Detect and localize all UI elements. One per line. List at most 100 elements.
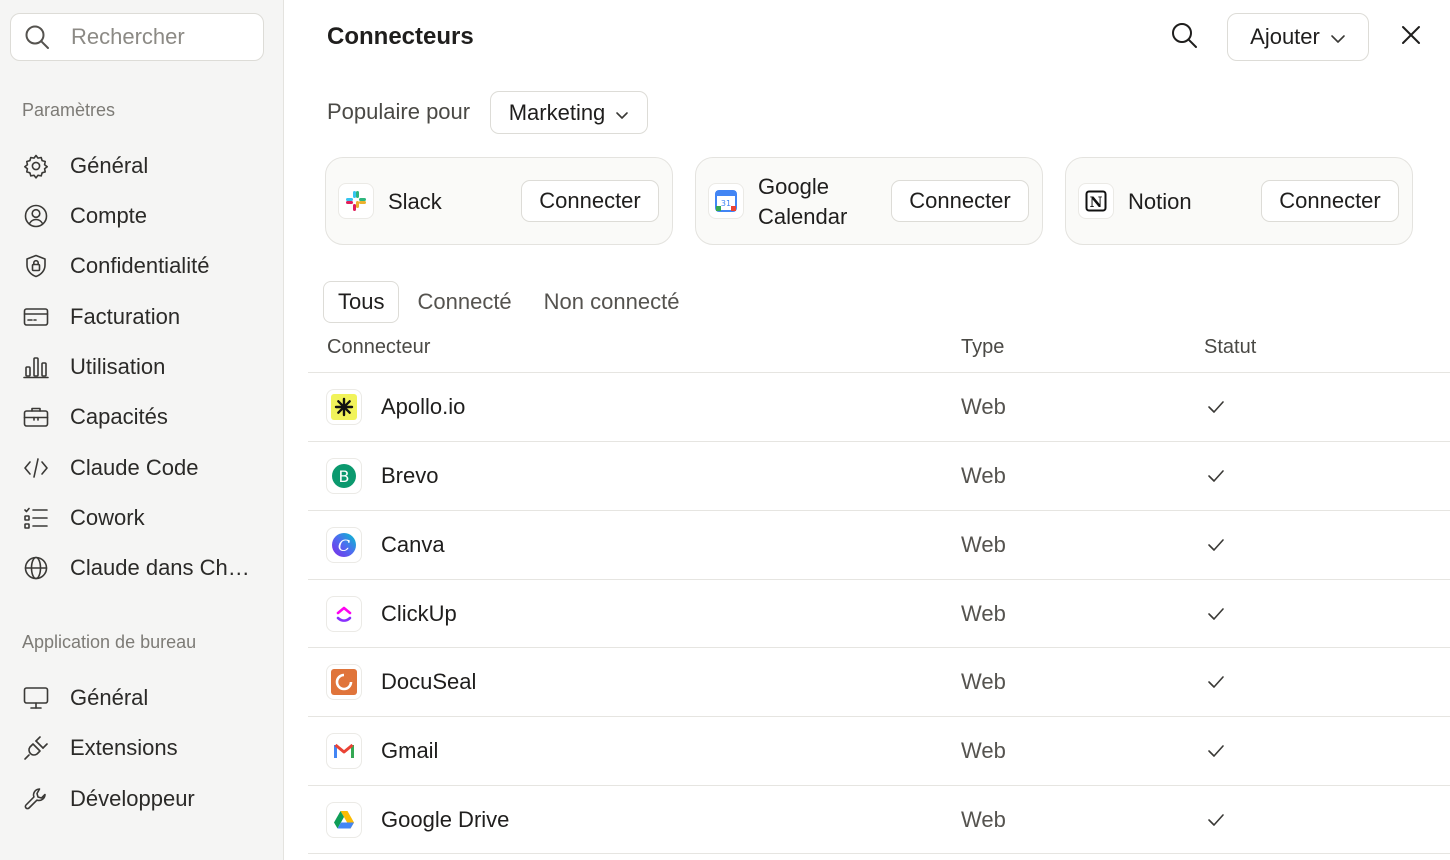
sidebar-item-general[interactable]: Général: [12, 144, 272, 188]
sidebar-item-label: Extensions: [70, 735, 178, 760]
clickup-logo-icon: [326, 596, 362, 632]
check-icon: [1206, 604, 1226, 624]
connect-button[interactable]: Connecter: [1261, 180, 1399, 222]
connector-name: Brevo: [381, 463, 439, 488]
tab-all[interactable]: Tous: [323, 281, 400, 323]
brevo-logo-icon: B: [326, 458, 362, 494]
table-row-brevo[interactable]: B Brevo Web: [308, 442, 1450, 510]
check-icon: [1206, 741, 1226, 761]
svg-text:B: B: [339, 467, 350, 486]
sidebar-search-input[interactable]: [71, 24, 251, 50]
sidebar-item-privacy[interactable]: Confidentialité: [12, 244, 272, 288]
table-row-docuseal[interactable]: DocuSeal Web: [308, 648, 1450, 716]
slack-logo-icon: [338, 183, 374, 219]
column-header-status[interactable]: Statut: [1204, 336, 1256, 359]
popular-card-google-calendar: 31 Google Calendar Connecter: [695, 157, 1043, 245]
sidebar-item-cowork[interactable]: Cowork: [12, 496, 272, 540]
apollo-logo-icon: [326, 389, 362, 425]
sidebar-search-box[interactable]: [10, 13, 264, 61]
user-circle-icon: [22, 202, 50, 230]
sidebar-item-label: Compte: [70, 203, 148, 228]
check-icon: [1206, 810, 1226, 830]
connector-name: Apollo.io: [381, 394, 466, 419]
category-dropdown[interactable]: Marketing: [490, 91, 648, 134]
code-icon: [22, 454, 50, 482]
shield-lock-icon: [22, 252, 50, 280]
sidebar-item-account[interactable]: Compte: [12, 194, 272, 238]
sidebar-item-label: Développeur: [70, 786, 195, 811]
sidebar-item-label: Facturation: [70, 304, 181, 329]
credit-card-icon: [22, 303, 50, 331]
sidebar-item-label: Claude dans Ch…: [70, 555, 250, 580]
connect-button[interactable]: Connecter: [891, 180, 1029, 222]
sidebar-item-label: Cowork: [70, 505, 145, 530]
canva-logo-icon: C: [326, 527, 362, 563]
chevron-down-icon: [615, 100, 629, 126]
sidebar-item-developer[interactable]: Développeur: [12, 777, 272, 821]
check-icon: [1206, 466, 1226, 486]
monitor-icon: [22, 684, 50, 712]
search-icon: [23, 23, 51, 51]
connector-name: DocuSeal: [381, 669, 477, 694]
connector-type: Web: [961, 601, 1006, 626]
table-row-apollo[interactable]: Apollo.io Web: [308, 373, 1450, 441]
header-search-button[interactable]: [1167, 20, 1201, 54]
sidebar-item-claude-code[interactable]: Claude Code: [12, 446, 272, 490]
check-icon: [1206, 397, 1226, 417]
google-drive-logo-icon: [326, 802, 362, 838]
docuseal-logo-icon: [326, 664, 362, 700]
settings-sidebar: Paramètres Général Compte Confidentialit…: [0, 0, 284, 860]
add-connector-button[interactable]: Ajouter: [1227, 13, 1369, 61]
svg-text:N: N: [1090, 195, 1103, 211]
column-header-type[interactable]: Type: [961, 336, 1004, 359]
category-selected-value: Marketing: [508, 99, 606, 125]
popular-card-notion: N Notion Connecter: [1065, 157, 1413, 245]
table-row-clickup[interactable]: ClickUp Web: [308, 580, 1450, 648]
sidebar-item-label: Capacités: [70, 404, 168, 429]
column-header-connector[interactable]: Connecteur: [327, 336, 430, 359]
connector-type: Web: [961, 738, 1006, 763]
sidebar-item-desktop-general[interactable]: Général: [12, 676, 272, 720]
chevron-down-icon: [1330, 24, 1346, 50]
svg-text:31: 31: [721, 199, 731, 208]
sidebar-item-label: Général: [70, 153, 149, 178]
connector-type: Web: [961, 394, 1006, 419]
tab-not-connected[interactable]: Non connecté: [528, 281, 696, 323]
close-icon: [1400, 24, 1422, 51]
sidebar-item-capabilities[interactable]: Capacités: [12, 395, 272, 439]
sidebar-item-claude-in-chrome[interactable]: Claude dans Ch…: [12, 546, 272, 590]
desktop-section-label: Application de bureau: [22, 632, 197, 652]
svg-text:C: C: [338, 536, 350, 555]
table-divider: [308, 853, 1450, 854]
table-row-canva[interactable]: C Canva Web: [308, 511, 1450, 579]
globe-icon: [22, 554, 50, 582]
connectors-panel: Connecteurs Ajouter Populaire pour Marke…: [284, 0, 1450, 860]
table-row-google-drive[interactable]: Google Drive Web: [308, 786, 1450, 854]
popular-card-slack: Slack Connecter: [325, 157, 673, 245]
card-name: Slack: [388, 189, 442, 214]
sidebar-item-billing[interactable]: Facturation: [12, 295, 272, 339]
connector-name: Canva: [381, 532, 445, 557]
connect-button[interactable]: Connecter: [521, 180, 659, 222]
notion-logo-icon: N: [1078, 183, 1114, 219]
add-button-label: Ajouter: [1250, 24, 1320, 49]
card-name-line2: Calendar: [758, 204, 848, 229]
close-button[interactable]: [1396, 22, 1426, 52]
settings-section-label: Paramètres: [22, 100, 116, 120]
sidebar-item-label: Utilisation: [70, 354, 166, 379]
tab-connected[interactable]: Connecté: [401, 281, 527, 323]
checklist-icon: [22, 504, 50, 532]
connector-name: ClickUp: [381, 601, 457, 626]
table-row-gmail[interactable]: Gmail Web: [308, 717, 1450, 785]
connector-name: Gmail: [381, 738, 439, 763]
sidebar-item-extensions[interactable]: Extensions: [12, 726, 272, 770]
page-title: Connecteurs: [327, 23, 474, 50]
filter-tabs: Tous Connecté Non connecté: [323, 281, 695, 323]
wrench-icon: [22, 785, 50, 813]
check-icon: [1206, 672, 1226, 692]
card-name-line1: Google: [758, 174, 829, 199]
card-name: Notion: [1128, 189, 1192, 214]
sidebar-item-usage[interactable]: Utilisation: [12, 345, 272, 389]
search-icon: [1170, 21, 1198, 54]
google-calendar-logo-icon: 31: [708, 183, 744, 219]
